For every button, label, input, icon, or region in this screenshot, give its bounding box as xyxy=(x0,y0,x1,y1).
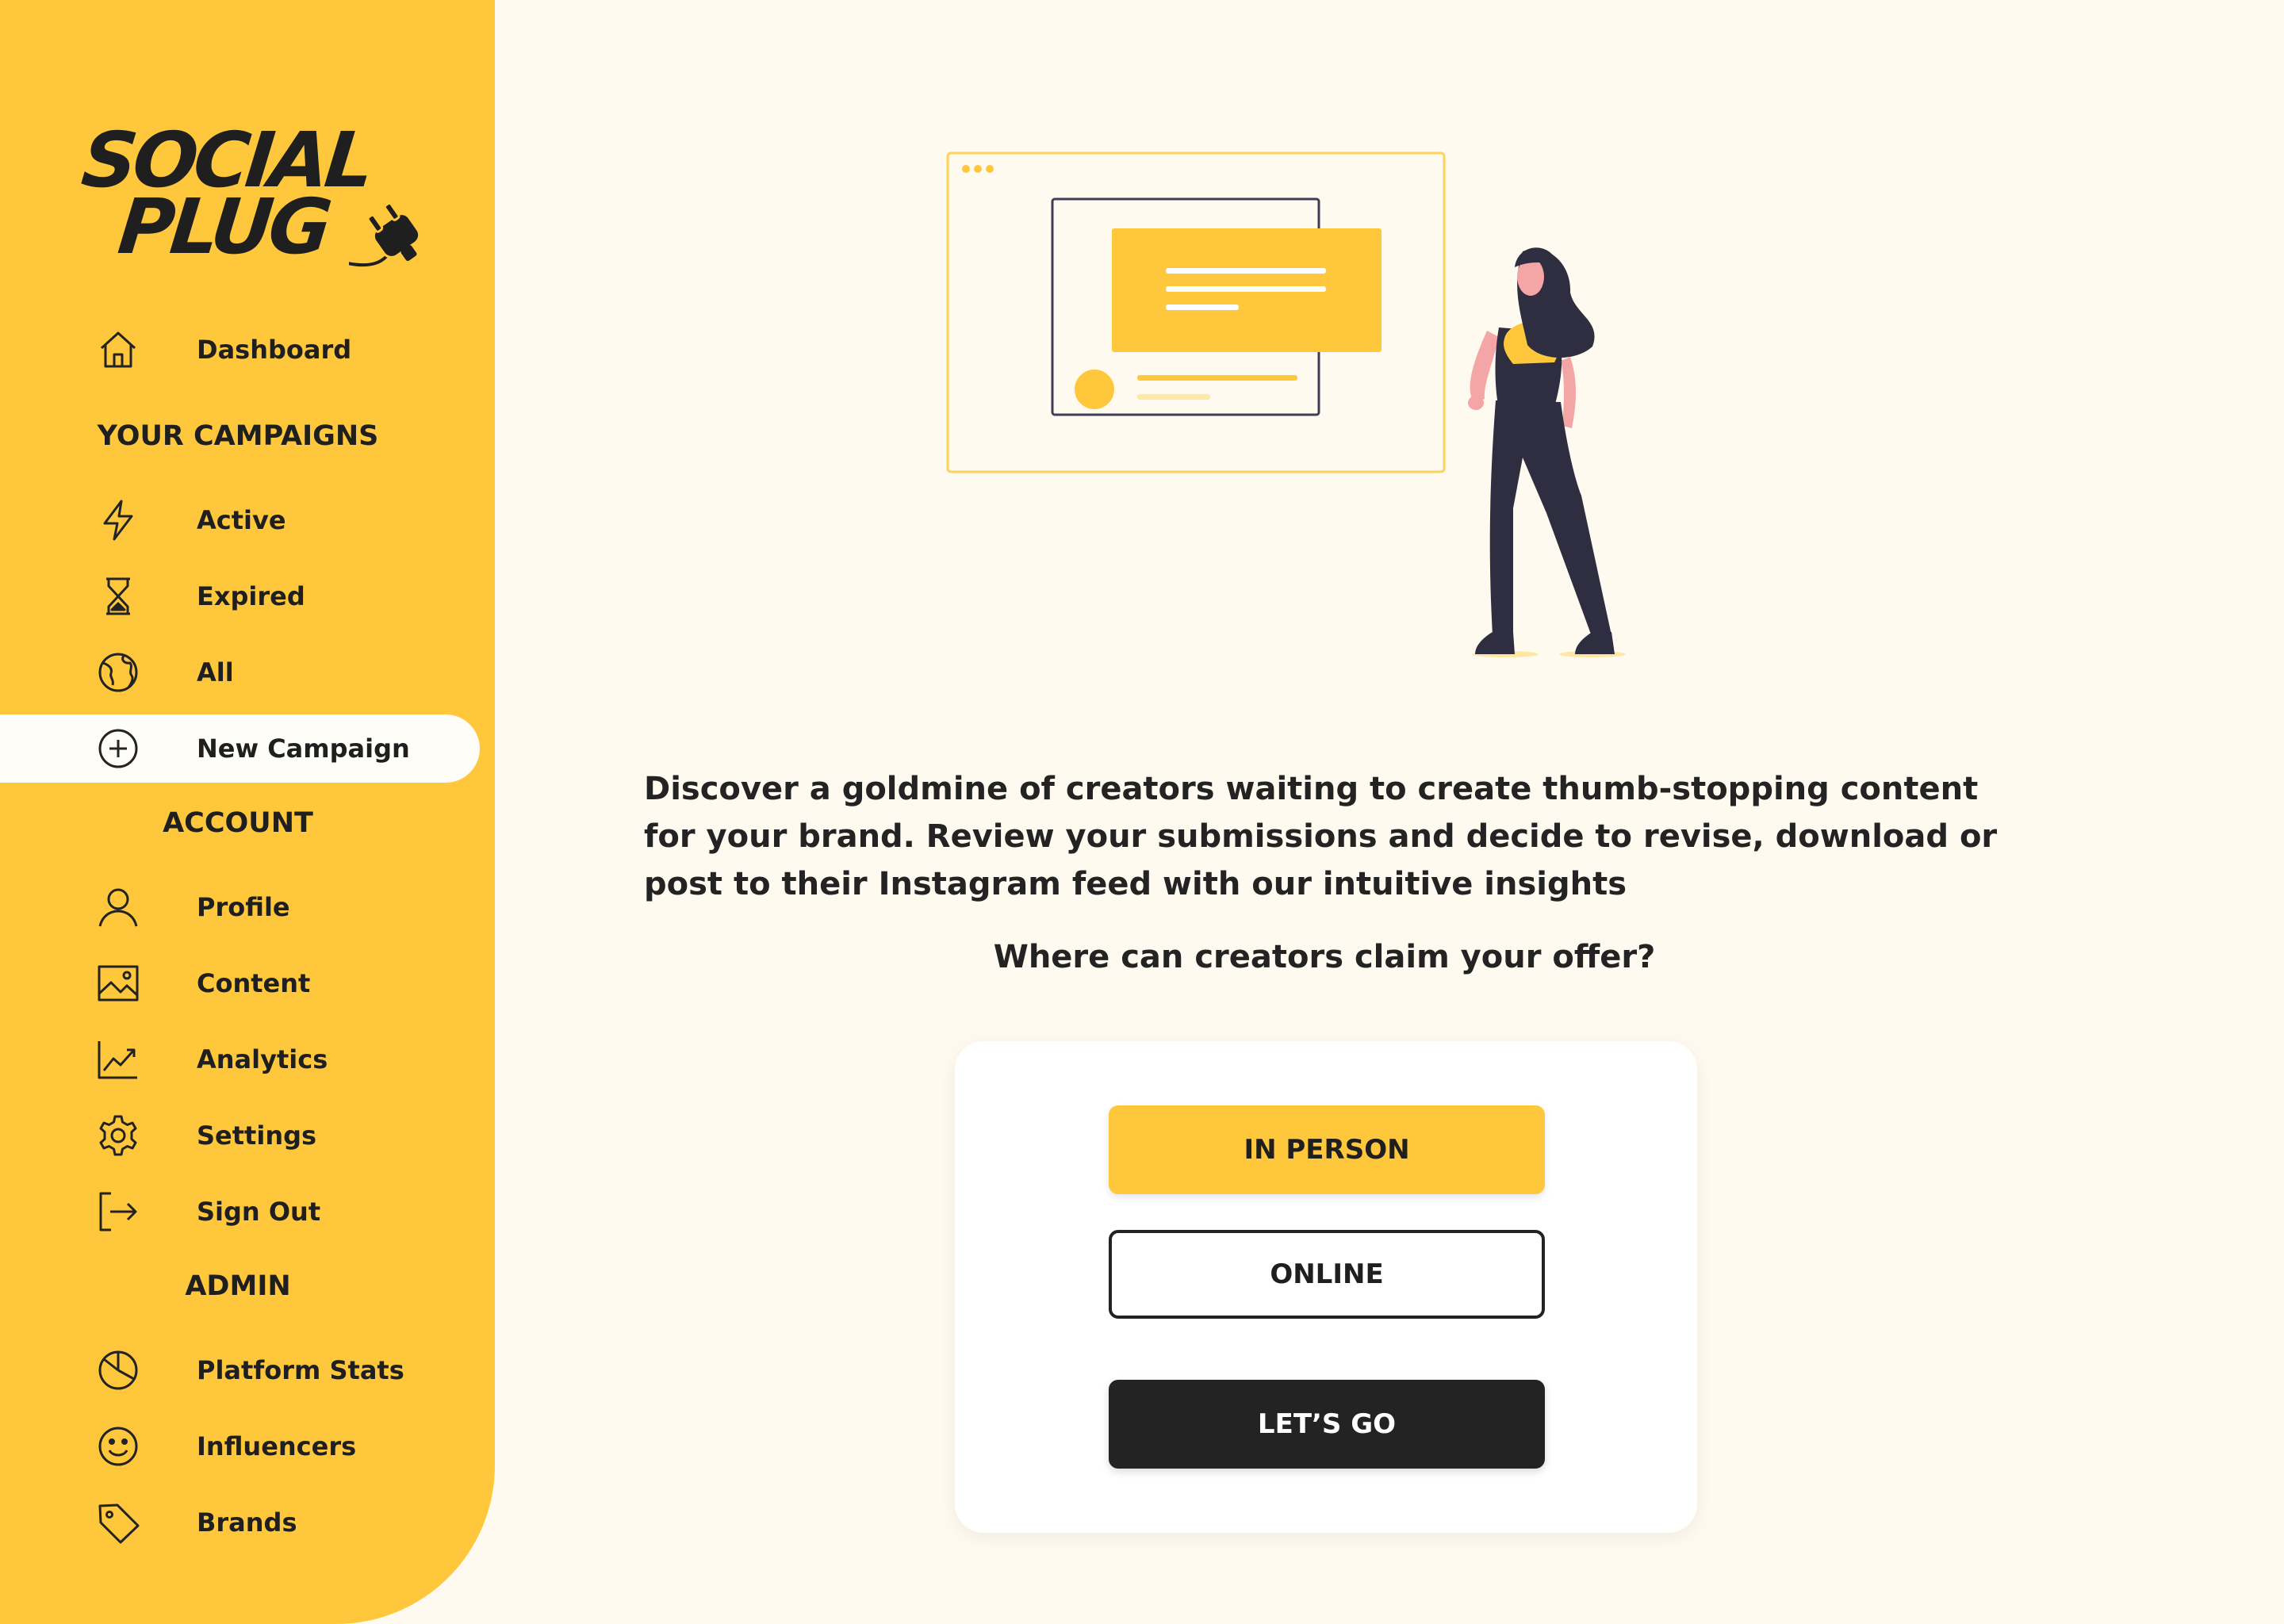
sidebar-item-platform-stats[interactable]: Platform Stats xyxy=(0,1336,480,1404)
logo-line-2: PLUG xyxy=(114,182,332,271)
sidebar-item-profile[interactable]: Profile xyxy=(0,873,480,941)
section-heading-campaigns: YOUR CAMPAIGNS xyxy=(97,420,379,452)
plug-icon xyxy=(349,201,421,267)
sidebar-item-influencers[interactable]: Influencers xyxy=(0,1412,480,1480)
sidebar-item-settings[interactable]: Settings xyxy=(0,1101,480,1170)
user-icon xyxy=(97,886,140,929)
sidebar-item-label: Analytics xyxy=(197,1044,328,1074)
sign-out-icon xyxy=(97,1190,140,1233)
tag-icon xyxy=(97,1501,140,1544)
sidebar-item-label: Content xyxy=(197,968,311,998)
online-option-button[interactable]: ONLINE xyxy=(1109,1230,1545,1319)
sidebar-item-expired[interactable]: Expired xyxy=(0,562,480,630)
intro-description: Discover a goldmine of creators waiting … xyxy=(644,771,1998,902)
lets-go-button[interactable]: LET’S GO xyxy=(1109,1380,1545,1469)
in-person-option-button[interactable]: IN PERSON xyxy=(1109,1105,1545,1194)
sidebar-item-label: Influencers xyxy=(197,1431,357,1461)
woman-presenting-illustration xyxy=(946,151,1626,657)
sidebar-item-analytics[interactable]: Analytics xyxy=(0,1025,480,1094)
plus-circle-icon xyxy=(97,727,140,770)
sidebar-item-label: Settings xyxy=(197,1120,317,1151)
image-icon xyxy=(97,962,140,1005)
hourglass-icon xyxy=(97,575,140,618)
globe-icon xyxy=(97,651,140,694)
smiley-icon xyxy=(97,1425,140,1468)
chart-line-icon xyxy=(97,1038,140,1081)
sidebar-item-sign-out[interactable]: Sign Out xyxy=(0,1178,480,1246)
sidebar-item-label: Sign Out xyxy=(197,1197,321,1227)
claim-location-card: IN PERSON ONLINE LET’S GO xyxy=(955,1041,1697,1533)
sidebar-item-label: Profile xyxy=(197,892,290,922)
home-icon xyxy=(97,328,140,371)
sidebar-item-active[interactable]: Active xyxy=(0,486,480,554)
sidebar-item-new-campaign[interactable]: New Campaign xyxy=(0,714,480,783)
sidebar-item-label: New Campaign xyxy=(197,733,410,764)
sidebar-item-dashboard[interactable]: Dashboard xyxy=(0,316,480,384)
sidebar-item-label: Brands xyxy=(197,1507,297,1538)
section-heading-account: ACCOUNT xyxy=(163,807,313,839)
sidebar-item-brands[interactable]: Brands xyxy=(0,1488,480,1557)
sidebar: SOCIAL PLUG Dashboard YOUR CAMPAIGNS Act… xyxy=(0,0,495,1624)
section-heading-admin: ADMIN xyxy=(185,1270,291,1302)
sidebar-item-label: Dashboard xyxy=(197,335,352,365)
claim-location-question: Where can creators claim your offer? xyxy=(993,939,1656,975)
gear-icon xyxy=(97,1114,140,1157)
sidebar-item-label: Expired xyxy=(197,581,305,611)
sidebar-item-label: Platform Stats xyxy=(197,1355,404,1385)
sidebar-item-label: Active xyxy=(197,505,286,535)
lightning-icon xyxy=(97,499,140,542)
sidebar-item-label: All xyxy=(197,657,234,688)
social-plug-logo[interactable]: SOCIAL PLUG xyxy=(78,116,421,271)
pie-chart-icon xyxy=(97,1349,140,1392)
sidebar-item-content[interactable]: Content xyxy=(0,949,480,1017)
sidebar-item-all[interactable]: All xyxy=(0,638,480,707)
